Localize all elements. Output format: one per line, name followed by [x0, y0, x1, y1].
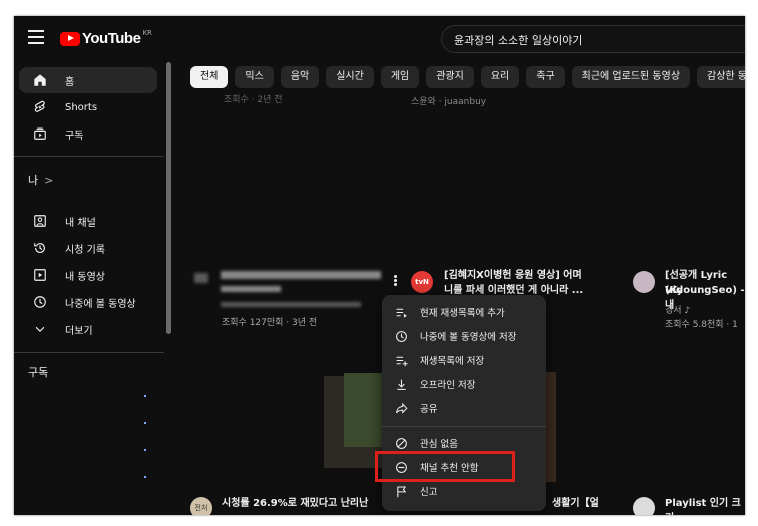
sidebar-item-home[interactable]: 홈	[19, 67, 157, 93]
video-channel: 스윤와 · juaanbuy	[411, 97, 487, 107]
top-bar: YouTube KR 윤과장의 소소한 일상이야기	[14, 16, 745, 62]
sidebar: 홈 Shorts 구독 나 > 내 채널 시청 기록 내 동영상 나중에 볼 동…	[14, 62, 170, 515]
sidebar-item-label: 더보기	[65, 325, 93, 337]
annotation-highlight	[375, 451, 515, 482]
sidebar-item-label: Shorts	[65, 101, 98, 113]
blurred-title	[221, 286, 281, 292]
share-icon	[394, 401, 408, 415]
blurred-avatar	[194, 273, 208, 283]
sidebar-item-watch-later[interactable]: 나중에 볼 동영상	[19, 289, 157, 315]
menu-download[interactable]: 오프라인 저장	[382, 372, 546, 396]
menu-save-watch-later[interactable]: 나중에 볼 동영상에 저장	[382, 324, 546, 348]
menu-add-to-queue[interactable]: 현재 재생목록에 추가	[382, 300, 546, 324]
chip-all[interactable]: 전체	[190, 66, 229, 88]
chip-games[interactable]: 게임	[380, 66, 420, 88]
menu-divider	[382, 426, 546, 427]
sidebar-item-show-more[interactable]: 더보기	[19, 316, 157, 342]
chevron-down-icon	[31, 320, 49, 338]
chip-mix[interactable]: 믹스	[235, 66, 274, 88]
video-more-actions-button[interactable]	[392, 274, 398, 288]
subscription-new-dot	[144, 422, 146, 424]
subscription-new-dot	[144, 395, 146, 397]
video-meta-faint: 조회수 · 2년 전	[224, 95, 283, 105]
channel-avatar[interactable]	[633, 271, 655, 293]
not-interested-icon	[394, 436, 408, 450]
youtube-play-icon	[60, 31, 80, 46]
video-title[interactable]: Playlist 인기 크리	[665, 496, 745, 515]
home-icon	[31, 71, 49, 89]
sidebar-scrollbar[interactable]	[166, 62, 171, 334]
video-title[interactable]: 시청률 26.9%로 재밌다고 난리난	[222, 496, 368, 511]
subscription-new-dot	[144, 476, 146, 478]
sidebar-item-your-videos[interactable]: 내 동영상	[19, 262, 157, 288]
chip-live[interactable]: 실시간	[326, 66, 374, 88]
channel-avatar[interactable]: 전처	[190, 497, 212, 515]
watch-later-icon	[31, 293, 49, 311]
sidebar-divider	[14, 156, 164, 157]
youtube-logo[interactable]: YouTube KR	[60, 29, 152, 47]
chip-music[interactable]: 음악	[280, 66, 320, 88]
chip-tourist[interactable]: 관광지	[426, 66, 474, 88]
channel-icon	[31, 212, 49, 230]
chip-cooking[interactable]: 요리	[480, 66, 520, 88]
chip-watched[interactable]: 감상한 동영상	[697, 66, 745, 88]
chevron-right-icon: >	[44, 173, 54, 187]
channel-avatar[interactable]	[633, 497, 655, 515]
sidebar-item-history[interactable]: 시청 기록	[19, 235, 157, 261]
menu-report[interactable]: 신고	[382, 479, 546, 503]
history-icon	[31, 239, 49, 257]
add-to-queue-icon	[394, 305, 408, 319]
sidebar-item-label: 내 동영상	[65, 271, 105, 283]
sidebar-item-shorts[interactable]: Shorts	[19, 94, 157, 120]
my-videos-icon	[31, 266, 49, 284]
video-title[interactable]: 생활기【얼	[552, 496, 599, 511]
sidebar-divider	[14, 352, 164, 353]
blurred-channel	[221, 302, 361, 307]
sidebar-item-label: 구독	[65, 130, 84, 142]
video-channel: 경서 ♪	[665, 306, 691, 316]
menu-save-to-playlist[interactable]: 재생목록에 저장	[382, 348, 546, 372]
hamburger-menu-icon[interactable]	[28, 30, 44, 44]
blurred-title	[221, 271, 381, 279]
filter-chips: 전체 믹스 음악 실시간 게임 관광지 요리 축구 최근에 업로드된 동영상 감…	[190, 66, 745, 88]
channel-avatar-tvn[interactable]: tvN	[411, 271, 433, 293]
download-icon	[394, 377, 408, 391]
search-input[interactable]: 윤과장의 소소한 일상이야기	[441, 25, 745, 53]
subscription-new-dot	[144, 449, 146, 451]
shorts-icon	[31, 98, 49, 116]
youtube-window: YouTube KR 윤과장의 소소한 일상이야기 홈 Shorts 구독 나	[14, 16, 745, 515]
video-views: 조회수 5.8천회 · 1	[665, 320, 738, 330]
playlist-add-icon	[394, 353, 408, 367]
video-views: 조회수 127만회 · 3년 전	[222, 318, 318, 328]
sidebar-item-label: 홈	[65, 76, 75, 88]
sidebar-item-your-channel[interactable]: 내 채널	[19, 208, 157, 234]
sidebar-item-subscriptions[interactable]: 구독	[19, 121, 157, 147]
sidebar-item-label: 내 채널	[65, 217, 96, 229]
video-title[interactable]: [김혜지X이병헌 응원 영상] 어며	[444, 268, 582, 283]
subscriptions-icon	[31, 125, 49, 143]
menu-share[interactable]: 공유	[382, 396, 546, 420]
sidebar-section-subscriptions: 구독	[28, 366, 49, 379]
clock-icon	[394, 329, 408, 343]
sidebar-item-label: 시청 기록	[65, 244, 105, 256]
chip-soccer[interactable]: 축구	[526, 66, 565, 88]
sidebar-item-label: 나중에 볼 동영상	[65, 298, 136, 310]
chip-recently-uploaded[interactable]: 최근에 업로드된 동영상	[571, 66, 691, 88]
flag-icon	[394, 484, 408, 498]
sidebar-section-you[interactable]: 나 >	[28, 172, 53, 188]
